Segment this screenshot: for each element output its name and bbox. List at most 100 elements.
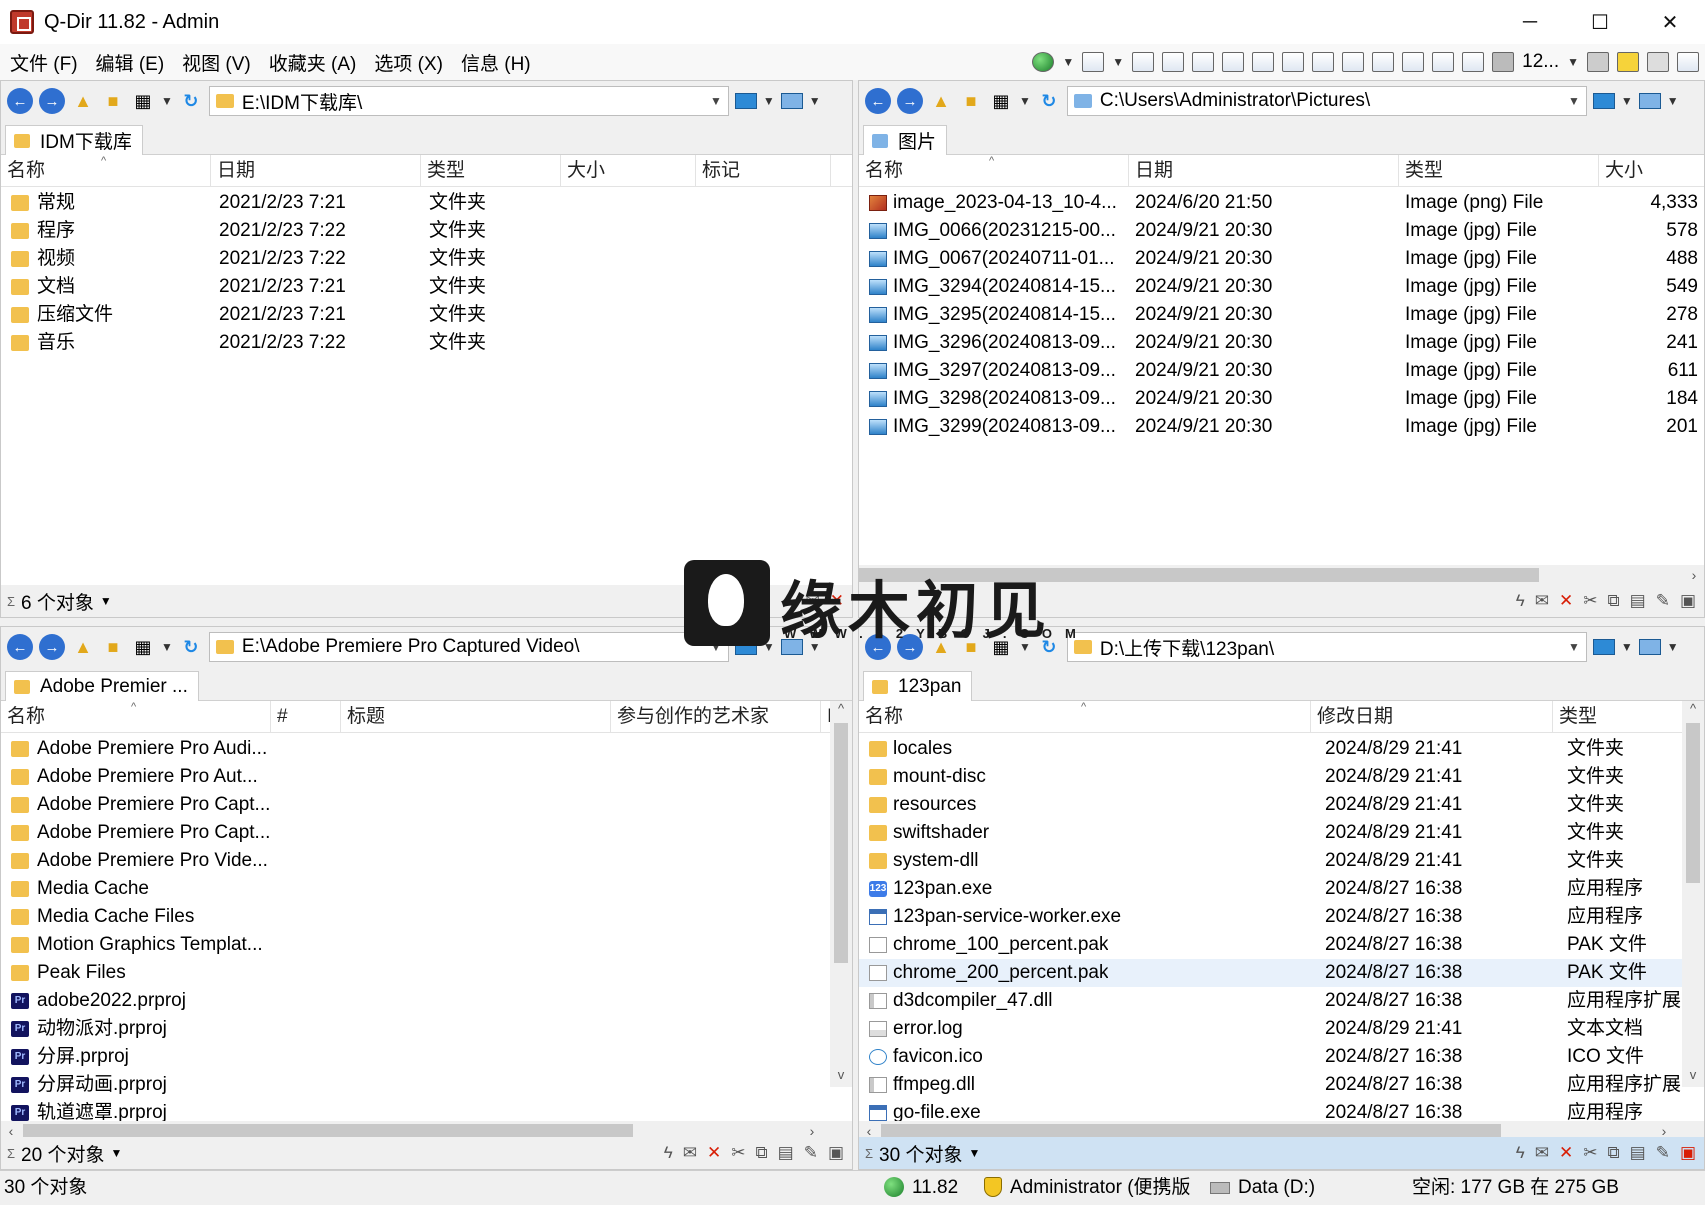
list-item[interactable]: d3dcompiler_47.dll 2024/8/27 16:38 应用程序扩展 bbox=[859, 987, 1682, 1015]
col-date[interactable]: 日期 bbox=[211, 155, 421, 187]
mail-icon[interactable]: ✉ bbox=[683, 1143, 697, 1163]
forward-arrow-icon[interactable]: → bbox=[39, 88, 65, 114]
properties-icon[interactable]: ▣ bbox=[828, 1143, 844, 1163]
cut-icon[interactable]: ✂ bbox=[1583, 1143, 1597, 1163]
list-item[interactable]: go-file.exe 2024/8/27 16:38 应用程序 bbox=[859, 1099, 1682, 1121]
monitor-icon[interactable] bbox=[734, 93, 757, 109]
tab-idm[interactable]: IDM下载库 bbox=[5, 125, 143, 155]
menu-favorites[interactable]: 收藏夹 (A) bbox=[261, 49, 365, 76]
paste-icon[interactable]: ▤ bbox=[1630, 591, 1646, 611]
lightning-icon[interactable]: ϟ bbox=[664, 1143, 673, 1163]
chevron-down-icon[interactable]: ▼ bbox=[1667, 640, 1679, 654]
vertical-scrollbar[interactable]: ^ v bbox=[830, 701, 852, 1087]
star-favorite-icon[interactable] bbox=[1617, 52, 1639, 72]
address-path[interactable]: E:\Adobe Premiere Pro Captured Video\ bbox=[242, 636, 704, 658]
delete-icon[interactable]: ✕ bbox=[1559, 591, 1573, 611]
menu-options[interactable]: 选项 (X) bbox=[366, 49, 451, 76]
col-modified-date[interactable]: 修改日期 bbox=[1311, 701, 1553, 733]
layout-right-icon[interactable] bbox=[1402, 52, 1425, 72]
list-item[interactable]: Pr adobe2022.prproj bbox=[1, 987, 830, 1015]
monitor-icon[interactable] bbox=[1592, 93, 1615, 109]
cut-icon[interactable]: ✂ bbox=[1583, 591, 1597, 611]
layout-h-split-icon[interactable] bbox=[1162, 52, 1185, 72]
layout-grid-icon[interactable] bbox=[1132, 52, 1155, 72]
list-item[interactable]: Peak Files bbox=[1, 959, 830, 987]
list-item[interactable]: Media Cache bbox=[1, 875, 830, 903]
layout-v-split-icon[interactable] bbox=[1222, 52, 1245, 72]
list-item[interactable]: Adobe Premiere Pro Capt... bbox=[1, 819, 830, 847]
new-folder-icon[interactable]: ■ bbox=[101, 636, 125, 658]
menu-file[interactable]: 文件 (F) bbox=[2, 49, 86, 76]
address-path[interactable]: D:\上传下载\123pan\ bbox=[1100, 634, 1562, 661]
mail-icon[interactable]: ✉ bbox=[1535, 591, 1549, 611]
delete-icon[interactable]: ✕ bbox=[707, 1143, 721, 1163]
list-item[interactable]: 123 123pan.exe 2024/8/27 16:38 应用程序 bbox=[859, 875, 1682, 903]
chevron-down-icon[interactable]: ▼ bbox=[161, 640, 173, 654]
cut-icon[interactable]: ✂ bbox=[731, 1143, 745, 1163]
chevron-down-icon[interactable]: ▼ bbox=[100, 594, 112, 608]
scroll-up-arrow-icon[interactable]: ^ bbox=[830, 701, 852, 721]
layout-single-icon[interactable] bbox=[1462, 52, 1485, 72]
address-bar[interactable]: E:\IDM下载库\ ▼ bbox=[208, 86, 729, 116]
list-item[interactable]: IMG_3297(20240813-09... 2024/9/21 20:30 Im… bbox=[859, 357, 1704, 385]
network-icon[interactable] bbox=[1638, 93, 1661, 109]
back-arrow-icon[interactable]: ← bbox=[865, 88, 891, 114]
col-size[interactable]: 大小 bbox=[561, 155, 696, 187]
ini-icon[interactable] bbox=[1492, 52, 1515, 72]
list-item[interactable]: 123pan-service-worker.exe 2024/8/27 16:38… bbox=[859, 903, 1682, 931]
list-item[interactable]: 音乐 2021/2/23 7:22 文件夹 bbox=[1, 329, 852, 357]
address-bar[interactable]: C:\Users\Administrator\Pictures\ ▼ bbox=[1066, 86, 1587, 116]
copy-icon[interactable]: ⧉ bbox=[1607, 1143, 1619, 1163]
col-date[interactable]: 日期 bbox=[1129, 155, 1399, 187]
lightning-icon[interactable]: ϟ bbox=[1516, 1143, 1525, 1163]
chevron-down-icon[interactable]: ▼ bbox=[161, 94, 173, 108]
folder-up-icon[interactable]: ▲ bbox=[929, 90, 953, 112]
close-button[interactable]: ✕ bbox=[1635, 0, 1705, 44]
chevron-down-icon[interactable]: ▼ bbox=[704, 94, 728, 108]
chevron-down-icon[interactable]: ▼ bbox=[1019, 94, 1031, 108]
chevron-down-icon[interactable]: ▼ bbox=[763, 94, 775, 108]
view-mode-icon[interactable]: ▦ bbox=[131, 90, 155, 112]
col-type[interactable]: 类型 bbox=[1399, 155, 1599, 187]
menu-info[interactable]: 信息 (H) bbox=[453, 49, 539, 76]
list-item[interactable]: mount-disc 2024/8/29 21:41 文件夹 bbox=[859, 763, 1682, 791]
refresh-icon[interactable]: ↻ bbox=[179, 90, 203, 112]
list-item[interactable]: image_2023-04-13_10-4... 2024/6/20 21:50 I… bbox=[859, 189, 1704, 217]
chevron-down-icon[interactable]: ▼ bbox=[1667, 94, 1679, 108]
address-bar[interactable]: E:\Adobe Premiere Pro Captured Video\ ▼ bbox=[208, 632, 729, 662]
list-item[interactable]: Motion Graphics Templat... bbox=[1, 931, 830, 959]
chevron-down-icon[interactable]: ▼ bbox=[1562, 640, 1586, 654]
copy-icon[interactable]: ⧉ bbox=[755, 1143, 767, 1163]
chevron-down-icon[interactable]: ▼ bbox=[1112, 55, 1124, 69]
layout-top-split-icon[interactable] bbox=[1252, 52, 1275, 72]
network-icon[interactable] bbox=[1638, 639, 1661, 655]
list-item-selected[interactable]: chrome_200_percent.pak 2024/8/27 16:38 PAK… bbox=[859, 959, 1682, 987]
scroll-up-arrow-icon[interactable]: ^ bbox=[1682, 701, 1704, 721]
menu-edit[interactable]: 编辑 (E) bbox=[88, 49, 173, 76]
scroll-thumb[interactable] bbox=[881, 1124, 1501, 1138]
rename-icon[interactable]: ✎ bbox=[804, 1143, 818, 1163]
mail-icon[interactable]: ✉ bbox=[1535, 1143, 1549, 1163]
chevron-down-icon[interactable]: ▼ bbox=[1562, 94, 1586, 108]
zoom-level[interactable]: 12... bbox=[1522, 51, 1559, 73]
scroll-right-arrow-icon[interactable]: › bbox=[1684, 565, 1704, 585]
list-item[interactable]: chrome_100_percent.pak 2024/8/27 16:38 PAK… bbox=[859, 931, 1682, 959]
list-item[interactable]: locales 2024/8/29 21:41 文件夹 bbox=[859, 735, 1682, 763]
list-item[interactable]: Adobe Premiere Pro Vide... bbox=[1, 847, 830, 875]
list-item[interactable]: 文档 2021/2/23 7:21 文件夹 bbox=[1, 273, 852, 301]
version-info[interactable]: 11.82 bbox=[884, 1171, 958, 1205]
list-item[interactable]: IMG_3295(20240814-15... 2024/9/21 20:30 Im… bbox=[859, 301, 1704, 329]
list-item[interactable]: Adobe Premiere Pro Capt... bbox=[1, 791, 830, 819]
back-arrow-icon[interactable]: ← bbox=[7, 88, 33, 114]
forward-arrow-icon[interactable]: → bbox=[897, 88, 923, 114]
new-folder-icon[interactable]: ■ bbox=[959, 90, 983, 112]
vertical-scrollbar[interactable]: ^ v bbox=[1682, 701, 1704, 1087]
lightning-icon[interactable]: ϟ bbox=[1516, 591, 1525, 611]
rename-icon[interactable]: ✎ bbox=[1656, 591, 1670, 611]
monitor-icon[interactable] bbox=[1592, 639, 1615, 655]
scroll-down-arrow-icon[interactable]: v bbox=[830, 1067, 852, 1087]
list-item[interactable]: IMG_0067(20240711-01... 2024/9/21 20:30 Im… bbox=[859, 245, 1704, 273]
folder-up-icon[interactable]: ▲ bbox=[71, 636, 95, 658]
list-item[interactable]: system-dll 2024/8/29 21:41 文件夹 bbox=[859, 847, 1682, 875]
col-artist[interactable]: 参与创作的艺术家 bbox=[611, 701, 821, 733]
